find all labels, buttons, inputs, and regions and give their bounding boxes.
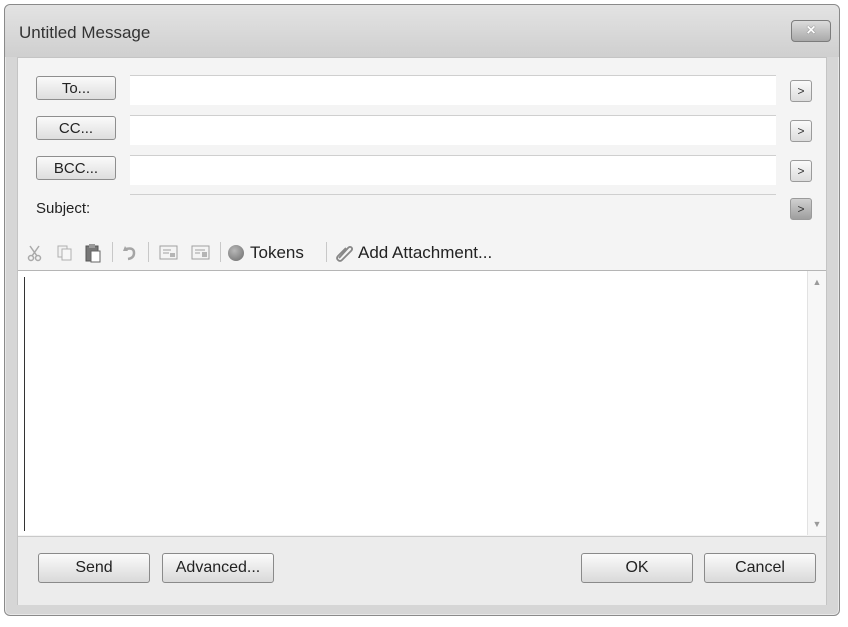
to-row: To... > [18,70,826,106]
window-title: Untitled Message [19,23,151,42]
cc-field[interactable] [130,115,776,145]
cancel-button[interactable]: Cancel [704,553,816,583]
chevron-right-icon: > [797,164,805,178]
message-form: To... > CC... > BCC... > Subject: > Toke… [17,57,827,605]
cc-row: CC... > [18,110,826,146]
bcc-row: BCC... > [18,150,826,186]
scroll-up-icon[interactable]: ▲ [812,277,822,287]
message-body-area: ▲ ▼ [18,271,826,535]
message-body-input[interactable] [24,277,799,531]
tokens-label: Tokens [250,243,304,262]
title-bar[interactable]: Untitled Message × [5,5,839,57]
ok-button[interactable]: OK [581,553,693,583]
cc-expand-button[interactable]: > [790,120,812,142]
paperclip-icon [334,243,354,263]
editor-toolbar: Tokens Add Attachment... [18,234,826,271]
add-attachment-label: Add Attachment... [358,243,493,262]
to-button[interactable]: To... [36,76,116,100]
paste-icon[interactable] [82,242,104,264]
chevron-right-icon: > [797,124,805,138]
insert-field-icon[interactable] [158,242,180,264]
close-icon: × [806,22,816,39]
cc-button[interactable]: CC... [36,116,116,140]
message-window: Untitled Message × To... > CC... > BCC..… [4,4,840,616]
toolbar-separator [326,242,327,262]
copy-icon[interactable] [54,242,76,264]
to-field[interactable] [130,75,776,105]
advanced-button[interactable]: Advanced... [162,553,274,583]
dialog-button-bar: Send Advanced... OK Cancel [18,536,826,605]
tokens-icon [228,245,244,261]
tokens-button[interactable]: Tokens [228,241,304,265]
cut-icon[interactable] [24,242,46,264]
to-expand-button[interactable]: > [790,80,812,102]
insert-block-icon[interactable] [190,242,212,264]
scroll-down-icon[interactable]: ▼ [812,519,822,529]
chevron-right-icon: > [797,202,805,216]
chevron-right-icon: > [797,84,805,98]
add-attachment-button[interactable]: Add Attachment... [334,241,492,265]
close-button[interactable]: × [791,20,831,42]
subject-expand-button[interactable]: > [790,198,812,220]
bcc-expand-button[interactable]: > [790,160,812,182]
toolbar-separator [148,242,149,262]
subject-field[interactable] [130,194,776,224]
toolbar-separator [112,242,113,262]
send-button[interactable]: Send [38,553,150,583]
subject-label: Subject: [36,200,91,217]
undo-icon[interactable] [120,242,142,264]
bcc-button[interactable]: BCC... [36,156,116,180]
toolbar-separator [220,242,221,262]
vertical-scrollbar[interactable]: ▲ ▼ [807,271,826,535]
bcc-field[interactable] [130,155,776,185]
